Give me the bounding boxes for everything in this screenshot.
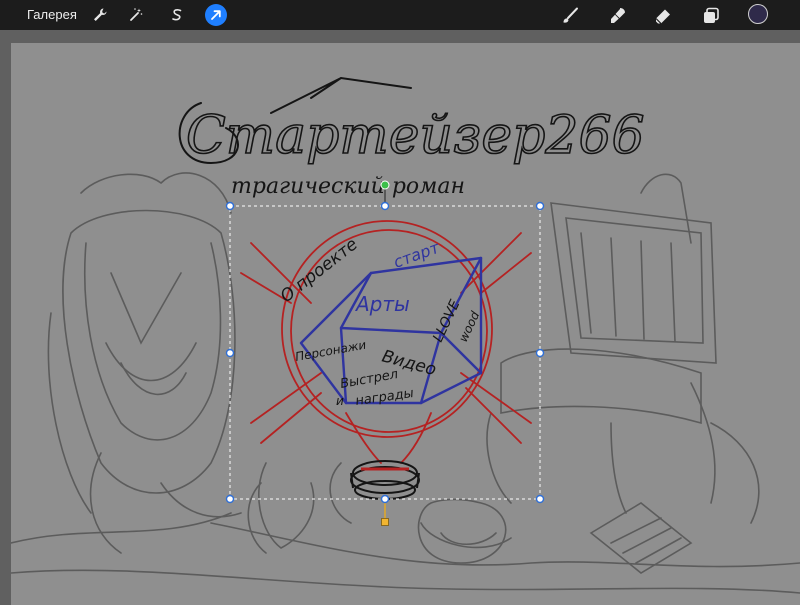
- actions-button[interactable]: [89, 4, 111, 26]
- selection-button[interactable]: [166, 4, 188, 26]
- label-i: и: [336, 394, 344, 408]
- sketch-artwork: Стартейзер266 трагический роман О проект…: [11, 76, 800, 594]
- brush-button[interactable]: [559, 5, 581, 27]
- corner-handle-top-left[interactable]: [225, 201, 235, 211]
- corner-handle-top-right[interactable]: [535, 201, 545, 211]
- gallery-button[interactable]: Галерея: [27, 7, 77, 22]
- edge-handle-top[interactable]: [380, 201, 390, 211]
- corner-handle-bottom-left[interactable]: [225, 494, 235, 504]
- adjustments-button[interactable]: [125, 4, 147, 26]
- smudge-button[interactable]: [607, 5, 629, 27]
- sketch-title: Стартейзер266: [186, 106, 645, 166]
- wrench-icon: [94, 8, 107, 21]
- label-arty: Арты: [354, 292, 410, 316]
- selection-s-icon: [172, 9, 182, 21]
- brush-icon: [563, 7, 578, 23]
- corner-handle-bottom-right[interactable]: [535, 494, 545, 504]
- transform-button[interactable]: [205, 4, 227, 26]
- layers-icon: [704, 7, 719, 23]
- transform-arrow-icon: [211, 10, 221, 20]
- color-swatch[interactable]: [748, 4, 768, 24]
- edge-handle-left[interactable]: [225, 348, 235, 358]
- label-wood: wood: [456, 309, 482, 344]
- warp-handle[interactable]: [381, 518, 389, 526]
- drawing-canvas[interactable]: Стартейзер266 трагический роман О проект…: [11, 43, 800, 605]
- edge-handle-bottom[interactable]: [380, 494, 390, 504]
- smudge-icon: [611, 8, 625, 23]
- eraser-button[interactable]: [652, 5, 674, 27]
- eraser-icon: [655, 9, 670, 24]
- rotate-handle[interactable]: [380, 180, 390, 190]
- label-personazhi: Персонажи: [294, 338, 367, 364]
- label-nagrady: награды: [354, 386, 414, 409]
- sketch-subtitle: трагический роман: [231, 174, 465, 199]
- magic-wand-icon: [130, 8, 143, 21]
- top-toolbar: Галерея: [0, 0, 800, 30]
- layers-button[interactable]: [700, 5, 722, 27]
- edge-handle-right[interactable]: [535, 348, 545, 358]
